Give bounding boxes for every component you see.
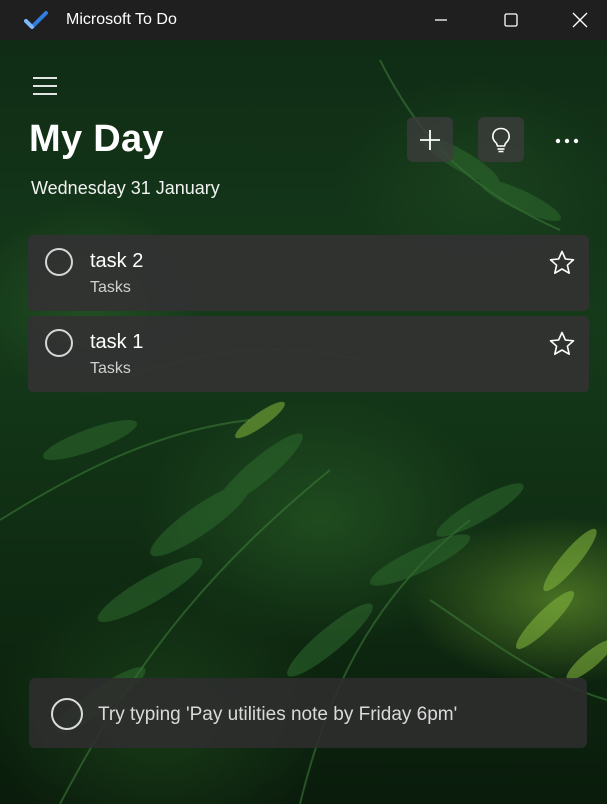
add-task-input[interactable]: Try typing 'Pay utilities note by Friday… bbox=[98, 704, 457, 726]
more-options-button[interactable] bbox=[547, 127, 587, 155]
maximize-button[interactable] bbox=[488, 0, 534, 40]
suggestions-button[interactable] bbox=[478, 117, 524, 162]
more-icon bbox=[555, 138, 579, 144]
window-title: Microsoft To Do bbox=[66, 11, 177, 28]
title-bar[interactable]: Microsoft To Do bbox=[0, 0, 607, 40]
lightbulb-icon bbox=[491, 127, 511, 152]
task-list-name: Tasks bbox=[90, 279, 131, 296]
maximize-icon bbox=[504, 13, 518, 27]
menu-button[interactable] bbox=[32, 76, 58, 96]
close-button[interactable] bbox=[557, 0, 603, 40]
hamburger-icon bbox=[33, 77, 57, 95]
task-item[interactable]: task 2 Tasks bbox=[28, 235, 589, 311]
star-icon[interactable] bbox=[548, 249, 576, 277]
task-list-name: Tasks bbox=[90, 360, 131, 377]
task-title: task 2 bbox=[90, 250, 144, 272]
circle-icon bbox=[51, 698, 83, 730]
page-date: Wednesday 31 January bbox=[31, 178, 220, 198]
add-button[interactable] bbox=[407, 117, 453, 162]
minimize-button[interactable] bbox=[418, 0, 464, 40]
minimize-icon bbox=[435, 19, 447, 21]
star-icon[interactable] bbox=[548, 330, 576, 358]
page-title: My Day bbox=[29, 118, 164, 160]
complete-checkbox-icon[interactable] bbox=[45, 329, 73, 357]
complete-checkbox-icon[interactable] bbox=[45, 248, 73, 276]
add-task-bar[interactable]: Try typing 'Pay utilities note by Friday… bbox=[29, 678, 587, 748]
close-icon bbox=[572, 12, 588, 28]
task-item[interactable]: task 1 Tasks bbox=[28, 316, 589, 392]
add-icon bbox=[420, 129, 440, 150]
todo-app-icon bbox=[24, 10, 48, 30]
task-title: task 1 bbox=[90, 331, 144, 353]
